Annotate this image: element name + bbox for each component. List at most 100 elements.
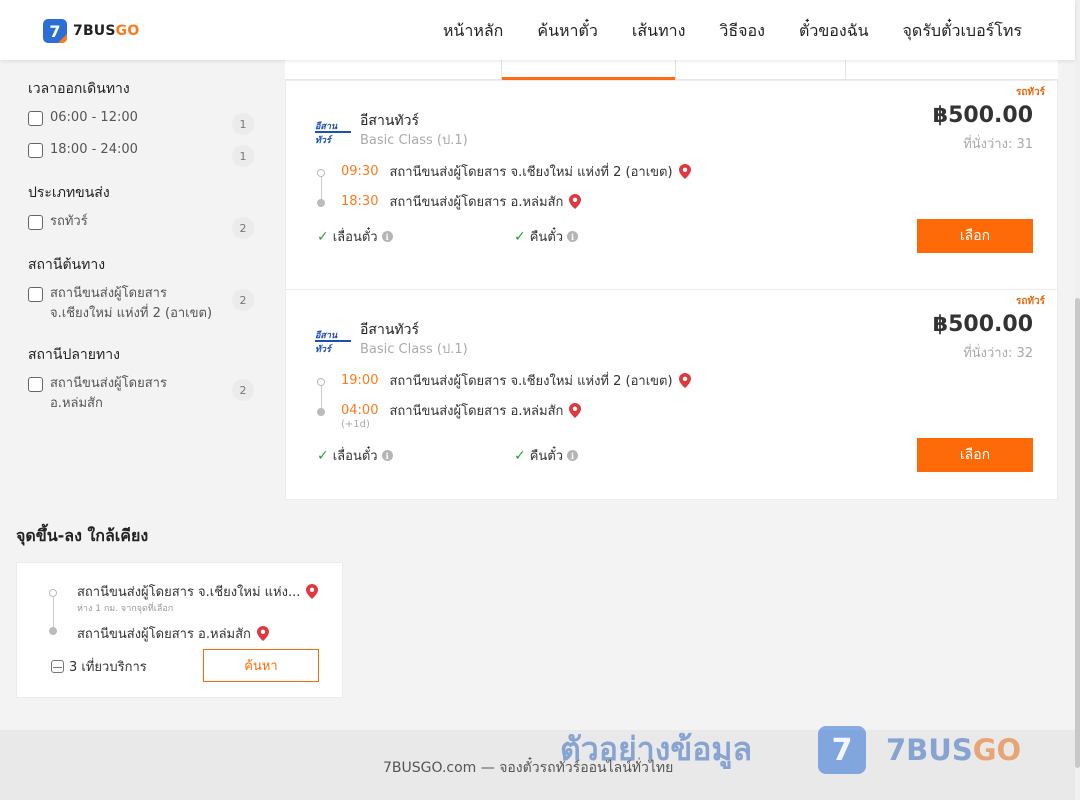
seats-available: ที่นั่งว่าง: 32 [963,346,1033,361]
check-icon: ✓ [514,228,526,245]
watermark-brand-name: 7BUSGO [886,733,1022,767]
seats-available: ที่นั่งว่าง: 31 [963,137,1033,152]
refund-ticket-feature: ✓ คืนตั๋ว i [514,226,579,247]
map-pin-icon[interactable] [569,194,582,209]
origin-dot [317,169,325,177]
bus-class: Basic Class (ป.1) [360,342,468,357]
sample-data-watermark: ตัวอย่างข้อมูล [560,730,753,768]
filter-count-badge: 1 [232,113,254,135]
filter-title-origin-station: สถานีต้นทาง [28,257,106,273]
filter-option-label: 18:00 - 24:00 [50,142,138,157]
nav-how-to-book[interactable]: วิธีจอง [719,19,765,44]
info-icon[interactable]: i [381,231,393,242]
route-timeline [49,589,57,635]
select-trip-button[interactable]: เลือก [917,438,1033,472]
route-line [320,386,322,408]
route-line [52,597,54,627]
arrival-station: สถานีขนส่งผู้โดยสาร อ.หล่มสัก [389,195,564,210]
tab-divider [845,60,846,79]
watermark-logo: 7 7BUSGO [818,726,1021,774]
check-icon: ✓ [514,447,526,464]
feature-label: เลื่อนตั๋ว [332,230,378,245]
filter-option-label: สถานีขนส่งผู้โดยสาร อ.หล่มสัก [50,376,167,411]
filter-option[interactable]: 18:00 - 24:00 1 [28,142,258,167]
nearby-route-card: สถานีขนส่งผู้โดยสาร จ.เชียงใหม่ แห่ง... … [16,562,343,698]
next-day-indicator: (+1d) [341,419,370,430]
tab-divider [675,60,676,79]
nav-search-tickets[interactable]: ค้นหาตั๋ว [537,19,598,44]
trip-card: รถทัวร์ อีสานทัวร์ อีสานทัวร์ Basic Clas… [285,289,1058,500]
main-nav: หน้าหลัก ค้นหาตั๋ว เส้นทาง วิธีจอง ตั๋วข… [409,19,1022,44]
filter-sidebar: เวลาออกเดินทาง 06:00 - 12:00 1 18:00 - 2… [28,78,258,428]
departure-time: 19:00 [341,373,379,388]
info-icon[interactable]: i [381,450,393,461]
transport-tag: รถทัวร์ [1015,87,1045,98]
ticket-price: ฿500.00 [932,312,1033,337]
nearby-destination-station: สถานีขนส่งผู้โดยสาร อ.หล่มสัก [77,627,251,642]
filter-count-badge: 1 [232,145,254,167]
map-pin-icon[interactable] [678,373,691,388]
nearby-search-button[interactable]: ค้นหา [203,649,319,682]
nav-routes[interactable]: เส้นทาง [632,19,686,44]
nearby-distance: ห่าง 1 กม. จากจุดที่เลือก [77,604,174,614]
filter-option-label: รถทัวร์ [50,214,88,229]
filter-title-departure-time: เวลาออกเดินทาง [28,81,130,97]
nav-home[interactable]: หน้าหลัก [443,19,504,44]
filter-count-badge: 2 [232,217,254,239]
filter-checkbox[interactable] [28,111,43,126]
select-trip-button[interactable]: เลือก [917,219,1033,253]
info-icon[interactable]: i [567,450,579,461]
origin-dot [49,589,57,597]
bus-icon [51,660,64,673]
map-pin-icon[interactable] [569,403,582,418]
departure-stop: 09:30 สถานีขนส่งผู้โดยสาร จ.เชียงใหม่ แห… [341,161,691,182]
nearby-trips-count: 3 เที่ยวบริการ [51,656,147,677]
departure-station: สถานีขนส่งผู้โดยสาร จ.เชียงใหม่ แห่งที่ … [389,374,673,389]
info-icon[interactable]: i [567,231,579,242]
feature-label: เลื่อนตั๋ว [332,449,378,464]
map-pin-icon[interactable] [256,626,269,641]
nearby-origin-station: สถานีขนส่งผู้โดยสาร จ.เชียงใหม่ แห่ง... [77,585,301,600]
filter-checkbox[interactable] [28,143,43,158]
arrival-time: 18:30 [341,194,379,209]
change-ticket-feature: ✓ เลื่อนตั๋ว i [317,445,393,466]
nav-ticket-points[interactable]: จุดรับตั๋วเบอร์โทร [903,19,1022,44]
map-pin-icon[interactable] [678,164,691,179]
feature-label: คืนตั๋ว [529,449,564,464]
destination-dot [317,199,325,207]
nav-my-tickets[interactable]: ตั๋วของฉัน [799,19,869,44]
operator-logo: อีสานทัวร์ [315,119,351,146]
departure-stop: 19:00 สถานีขนส่งผู้โดยสาร จ.เชียงใหม่ แห… [341,370,691,391]
refund-ticket-feature: ✓ คืนตั๋ว i [514,445,579,466]
filter-checkbox[interactable] [28,215,43,230]
route-timeline [317,378,325,416]
filter-option[interactable]: รถทัวร์ 2 [28,214,258,239]
filter-option[interactable]: สถานีขนส่งผู้โดยสาร อ.หล่มสัก 2 [28,376,258,414]
departure-station: สถานีขนส่งผู้โดยสาร จ.เชียงใหม่ แห่งที่ … [389,165,673,180]
trip-card: รถทัวร์ อีสานทัวร์ อีสานทัวร์ Basic Clas… [285,80,1058,291]
filter-checkbox[interactable] [28,287,43,302]
page-scrollbar[interactable] [1075,0,1080,800]
scrollbar-thumb[interactable] [1075,298,1080,768]
departure-time: 09:30 [341,164,379,179]
filter-count-badge: 2 [232,379,254,401]
filter-option-label: สถานีขนส่งผู้โดยสาร จ.เชียงใหม่ แห่งที่ … [50,286,213,321]
arrival-station: สถานีขนส่งผู้โดยสาร อ.หล่มสัก [389,404,564,419]
nearby-destination-stop: สถานีขนส่งผู้โดยสาร อ.หล่มสัก [77,623,269,644]
operator-logo: อีสานทัวร์ [315,328,351,355]
transport-tag: รถทัวร์ [1015,296,1045,307]
brand-logo[interactable]: 7 7BUSGO [43,19,139,43]
arrival-stop: 04:00 สถานีขนส่งผู้โดยสาร อ.หล่มสัก [341,400,582,421]
destination-dot [49,627,57,635]
filter-option-label: 06:00 - 12:00 [50,110,138,125]
brand-logo-icon: 7 [43,19,67,43]
filter-checkbox[interactable] [28,377,43,392]
filter-count-badge: 2 [232,289,254,311]
map-pin-icon[interactable] [306,584,319,599]
check-icon: ✓ [317,447,329,464]
route-timeline [317,169,325,207]
route-line [320,177,322,199]
filter-option[interactable]: 06:00 - 12:00 1 [28,110,258,135]
filter-option[interactable]: สถานีขนส่งผู้โดยสาร จ.เชียงใหม่ แห่งที่ … [28,286,258,324]
filter-title-transport-type: ประเภทขนส่ง [28,185,110,201]
